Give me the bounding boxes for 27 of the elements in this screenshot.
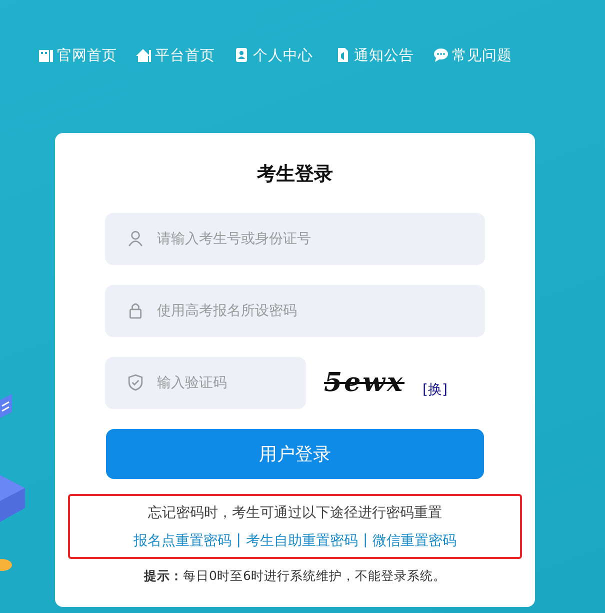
login-button[interactable]: 用户登录 [106,429,484,479]
input-field[interactable]: 请输入考生号或身份证号 [105,213,485,265]
nav-link[interactable]: 通知公告 [335,44,414,66]
captcha-field[interactable]: 输入验证码 [105,357,306,409]
maintenance-tip: 提示：每日0时至6时进行系统维护，不能登录系统。 [144,568,446,585]
refresh-link[interactable]: [换] [422,381,448,399]
login-title: 考生登录 [257,162,333,187]
nav-link[interactable]: 个人中心 [234,44,313,66]
separator: | [363,532,368,550]
input-field[interactable]: 使用高考报名所设密码 [105,285,485,337]
contact-card-icon [234,47,250,63]
nav-link[interactable]: 常见问题 [433,44,512,66]
disc-drawing [0,559,12,571]
nav-link[interactable]: 平台首页 [136,44,215,66]
reset-note: 忘记密码时，考生可通过以下途径进行密码重置 [148,504,442,522]
captcha-code: 5ewx [324,368,405,398]
building-icon [38,47,54,63]
cube-drawing [0,475,25,522]
reset-link[interactable]: 微信重置密码 [372,532,457,550]
chat-bubble-icon [433,47,449,63]
home-icon [136,47,152,63]
document-icon [335,47,351,63]
nav-link[interactable]: 官网首页 [38,44,117,66]
panel-drawing [0,394,12,418]
reset-link[interactable]: 报名点重置密码 [133,532,232,550]
separator: | [236,532,241,550]
reset-link[interactable]: 考生自助重置密码 [246,532,358,550]
